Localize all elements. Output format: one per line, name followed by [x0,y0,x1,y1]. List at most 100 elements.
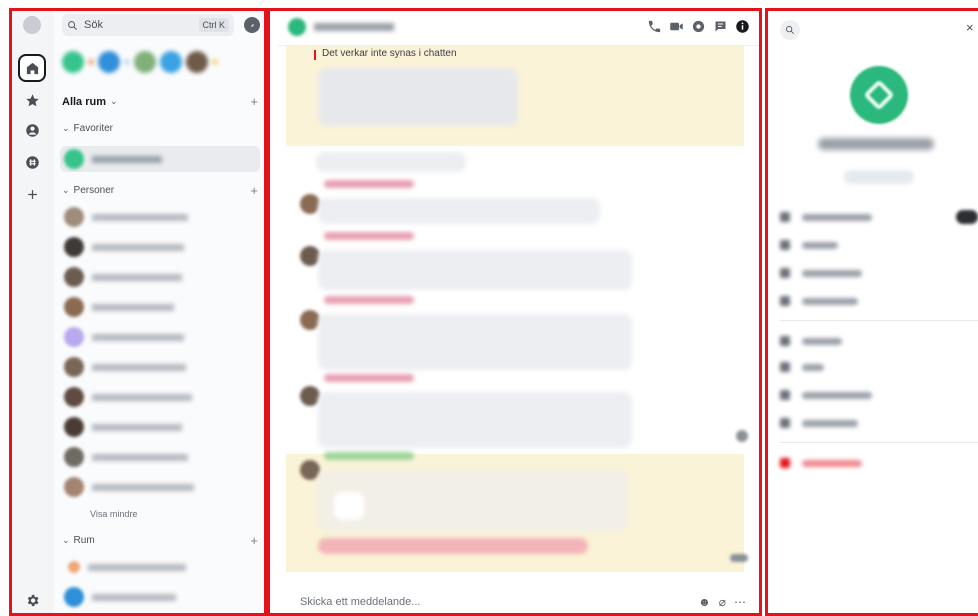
explore-rooms-button[interactable] [244,17,260,33]
room-list-item[interactable] [60,234,260,260]
copy-link-row[interactable] [780,266,978,280]
room-name [92,303,174,311]
room-search-button[interactable] [780,20,800,40]
room-avatar [64,327,84,347]
room-list-item[interactable] [60,324,260,350]
room-list-item[interactable] [60,146,260,172]
room-avatar [64,149,84,169]
sender-name[interactable] [324,296,414,304]
recent-rooms-breadcrumbs[interactable] [62,50,262,74]
room-name [92,593,176,601]
room-list-item[interactable] [60,414,260,440]
sender-avatar[interactable] [300,246,320,266]
show-less-button[interactable]: Visa mindre [90,509,137,519]
favourite-toggle-row[interactable] [780,210,978,224]
room-avatar [64,587,84,607]
message-text: Det verkar inte synas i chatten [322,48,457,59]
phone-icon[interactable] [647,19,662,34]
sender-name[interactable] [324,374,414,382]
sender-name[interactable] [324,452,414,460]
room-header[interactable] [278,8,760,46]
chevron-down-icon: ⌄ [62,535,70,545]
favourites-space-button[interactable] [18,86,46,114]
message-timeline[interactable]: Det verkar inte synas i chatten [278,46,760,576]
create-space-button[interactable] [18,180,46,208]
recent-room-avatar[interactable] [134,51,156,73]
message-composer[interactable]: Skicka ett meddelande... ☻ ⌀ ⋯ [278,588,760,616]
room-name [92,273,182,281]
attachment-icon[interactable]: ⌀ [719,595,726,609]
room-header-name[interactable] [314,22,394,31]
people-row[interactable] [780,334,978,348]
pinned-messages-row[interactable] [780,388,978,402]
room-list-item[interactable] [60,444,260,470]
room-list-item[interactable] [60,384,260,410]
search-icon [786,26,795,35]
sender-avatar[interactable] [300,460,320,480]
room-name [92,483,194,491]
add-room-button[interactable]: + [250,533,258,548]
files-row[interactable] [780,360,978,374]
read-receipt[interactable] [736,430,748,442]
room-avatar [64,447,84,467]
room-list-item[interactable] [60,294,260,320]
chevron-down-icon: ⌄ [110,96,118,106]
people-space-button[interactable] [18,116,46,144]
rooms-section-header[interactable]: ⌄ Rum + [62,533,258,548]
room-avatar [64,417,84,437]
recent-room-avatar[interactable] [160,51,182,73]
emoji-icon[interactable]: ☻ [698,595,711,609]
room-list-item[interactable] [60,554,260,580]
people-label: Personer [73,185,115,196]
people-section-header[interactable]: ⌄ Personer + [62,183,258,198]
room-info-icon[interactable] [713,19,728,34]
user-avatar[interactable] [23,16,41,34]
export-chat-row[interactable] [780,416,978,430]
video-icon[interactable] [669,19,684,34]
room-avatar [64,207,84,227]
room-name [92,423,182,431]
room-list-item[interactable] [60,474,260,500]
favourite-toggle[interactable] [956,210,978,224]
reply-quote[interactable] [318,470,628,532]
recent-room-avatar[interactable] [62,51,84,73]
add-room-button[interactable]: + [250,94,258,109]
leave-room-row[interactable] [780,456,978,470]
invite-row[interactable] [780,238,978,252]
threads-icon[interactable] [691,19,706,34]
chevron-down-icon: ⌄ [62,185,70,195]
favourites-section-header[interactable]: ⌄ Favoriter [62,123,258,134]
room-list-item[interactable] [60,354,260,380]
room-list-item[interactable] [60,264,260,290]
room-filter-header[interactable]: Alla rum ⌄ + [62,94,258,109]
recent-room-avatar[interactable] [98,51,120,73]
close-icon[interactable]: × [966,20,974,35]
sender-name[interactable] [324,232,414,240]
sender-avatar[interactable] [300,386,320,406]
read-receipt[interactable] [730,554,748,562]
sender-avatar[interactable] [300,310,320,330]
room-list-item[interactable] [60,584,260,610]
settings-row[interactable] [780,294,978,308]
message-bubble [318,314,632,370]
divider [780,442,978,443]
sender-avatar[interactable] [300,194,320,214]
message-bubble [318,392,632,448]
composer-input[interactable]: Skicka ett meddelande... [300,596,698,608]
info-icon[interactable] [735,19,750,34]
room-search-input[interactable]: Sök Ctrl K [62,14,234,36]
home-button[interactable] [18,54,46,82]
room-header-avatar[interactable] [288,17,306,36]
start-chat-button[interactable]: + [250,183,258,198]
recent-room-avatar[interactable] [186,51,208,73]
rooms-space-button[interactable] [18,148,46,176]
room-list-item[interactable] [60,204,260,230]
quick-settings-button[interactable] [18,586,46,614]
sender-name[interactable] [324,180,414,188]
room-avatar [64,357,84,377]
room-avatar [64,477,84,497]
more-icon[interactable]: ⋯ [734,595,746,609]
room-name [92,393,192,401]
unread-dot [88,59,94,65]
all-rooms-label: Alla rum [62,95,107,108]
